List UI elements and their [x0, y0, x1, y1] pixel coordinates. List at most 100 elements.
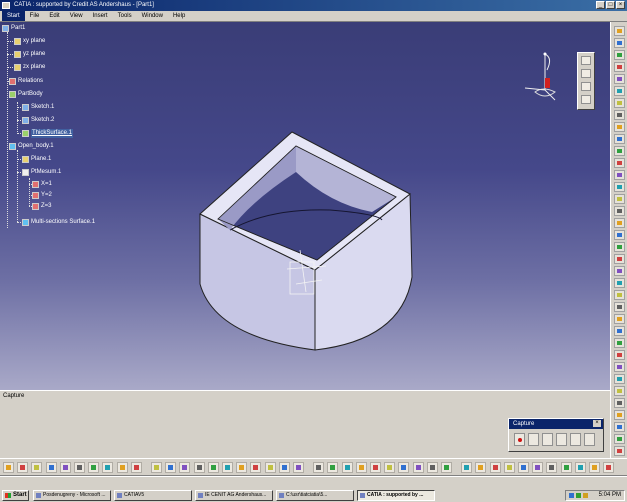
menu-edit[interactable]: Edit	[44, 11, 64, 21]
sketcher-tool-button[interactable]	[614, 38, 625, 48]
cut-button[interactable]	[59, 462, 71, 473]
thick-surface-tool-button[interactable]	[614, 254, 625, 264]
zoom-in-button[interactable]	[207, 462, 219, 473]
thread-tool-button[interactable]	[614, 230, 625, 240]
tree-node-ptsystem[interactable]: PtMesum.1	[22, 168, 61, 177]
capture-mode-button[interactable]	[570, 433, 581, 446]
tree-node-zx-plane[interactable]: zx plane	[14, 63, 45, 72]
tree-node-plane1[interactable]: Plane.1	[22, 155, 51, 164]
pocket-tool-button[interactable]	[614, 62, 625, 72]
measure-tool-button[interactable]	[614, 410, 625, 420]
tree-node-x[interactable]: X=1	[32, 180, 52, 189]
groove-tool-button[interactable]	[614, 86, 625, 96]
hole-tool-button[interactable]	[614, 98, 625, 108]
scale-tool-button[interactable]	[614, 350, 625, 360]
rib-tool-button[interactable]	[614, 110, 625, 120]
extrude-button[interactable]	[461, 462, 473, 473]
project-button[interactable]	[426, 462, 438, 473]
network-icon[interactable]	[569, 493, 574, 498]
split-surface-button[interactable]	[560, 462, 572, 473]
3d-viewport[interactable]: Part1 xy plane yz plane zx plane Relatio…	[0, 22, 610, 390]
fillet-tool-button[interactable]	[614, 170, 625, 180]
line-button[interactable]	[398, 462, 410, 473]
iso-view-button[interactable]	[264, 462, 276, 473]
tree-node-sketch1[interactable]: Sketch.1	[22, 103, 54, 112]
compass-widget[interactable]	[515, 40, 565, 110]
mirror-tool-button[interactable]	[614, 326, 625, 336]
stiffener-tool-button[interactable]	[614, 134, 625, 144]
capture-close-button[interactable]: ×	[593, 420, 601, 427]
taskbar-item-browser[interactable]: IE CENIT AG Andershaus...	[195, 490, 273, 501]
slot-tool-button[interactable]	[614, 122, 625, 132]
plane-button[interactable]	[412, 462, 424, 473]
zoom-out-button[interactable]	[222, 462, 233, 473]
apply-material-tool-button[interactable]	[614, 434, 625, 444]
fill-button[interactable]	[503, 462, 515, 473]
spec-tree-button[interactable]	[327, 462, 339, 473]
capture-chart-button[interactable]	[584, 433, 595, 446]
fly-mode-button[interactable]	[151, 462, 162, 473]
tree-node-openbody[interactable]: Open_body.1	[9, 142, 54, 151]
point-tool-button[interactable]	[581, 69, 591, 78]
formula-button[interactable]	[341, 462, 353, 473]
print-button[interactable]	[45, 462, 57, 473]
menu-start[interactable]: Start	[2, 11, 25, 21]
sketch-tool-button[interactable]	[581, 56, 591, 65]
menu-insert[interactable]: Insert	[88, 11, 113, 21]
line-tool-button[interactable]	[581, 82, 591, 91]
undo-button[interactable]	[102, 462, 114, 473]
sew-surface-tool-button[interactable]	[614, 278, 625, 288]
menu-file[interactable]: File	[25, 11, 45, 21]
tree-node-y[interactable]: Y=2	[32, 191, 52, 200]
trim-surface-button[interactable]	[574, 462, 586, 473]
tree-node-z[interactable]: Z=3	[32, 202, 52, 211]
trim-tool-button[interactable]	[614, 398, 625, 408]
rotate-tool-button[interactable]	[614, 302, 625, 312]
shaft-tool-button[interactable]	[614, 74, 625, 84]
healing-button[interactable]	[532, 462, 544, 473]
multi-view-button[interactable]	[250, 462, 262, 473]
antivirus-icon[interactable]	[576, 493, 581, 498]
pan-button[interactable]	[179, 462, 191, 473]
pattern-tool-button[interactable]	[614, 338, 625, 348]
extract-button[interactable]	[546, 462, 558, 473]
rotate-button[interactable]	[193, 462, 205, 473]
wireframe-button[interactable]	[603, 462, 615, 473]
tree-node-multisection[interactable]: Multi-sections Surface.1	[22, 218, 95, 227]
boolean-remove-tool-button[interactable]	[614, 374, 625, 384]
taskbar-item-word[interactable]: Posdenugreny - Microsoft ...	[33, 490, 111, 501]
chamfer-tool-button[interactable]	[614, 182, 625, 192]
hide-show-button[interactable]	[293, 462, 304, 473]
shading-button[interactable]	[278, 462, 290, 473]
taskbar-item-explorer[interactable]: C:\usr\tiatciatia\5...	[276, 490, 354, 501]
tree-node-thicksurface[interactable]: ThickSurface.1	[22, 129, 74, 138]
tree-node-partbody[interactable]: PartBody	[9, 90, 43, 99]
volume-icon[interactable]	[583, 493, 588, 498]
intersection-button[interactable]	[441, 462, 452, 473]
revolve-button[interactable]	[475, 462, 487, 473]
swap-space-button[interactable]	[313, 462, 325, 473]
taskbar-item-catiav5[interactable]: CATIAV5	[114, 490, 192, 501]
update-tool-button[interactable]	[614, 446, 625, 456]
menu-view[interactable]: View	[65, 11, 88, 21]
boolean-add-tool-button[interactable]	[614, 362, 625, 372]
join-button[interactable]	[518, 462, 529, 473]
menu-window[interactable]: Window	[137, 11, 168, 21]
tree-node-xy-plane[interactable]: xy plane	[14, 37, 45, 46]
eraser-tool-button[interactable]	[581, 95, 591, 104]
redo-button[interactable]	[116, 462, 128, 473]
symmetry-tool-button[interactable]	[614, 314, 625, 324]
remove-loft-tool-button[interactable]	[614, 158, 625, 168]
sketch-analysis-button[interactable]	[370, 462, 381, 473]
tree-node-relations[interactable]: Relations	[9, 77, 43, 86]
save-button[interactable]	[31, 462, 43, 473]
tree-node-yz-plane[interactable]: yz plane	[14, 50, 45, 59]
normal-view-button[interactable]	[236, 462, 248, 473]
draft-tool-button[interactable]	[614, 194, 625, 204]
menu-help[interactable]: Help	[168, 11, 190, 21]
point-button[interactable]	[384, 462, 396, 473]
translate-tool-button[interactable]	[614, 290, 625, 300]
record-button[interactable]	[514, 433, 525, 446]
knowledge-button[interactable]	[355, 462, 367, 473]
minimize-button[interactable]: _	[596, 1, 605, 9]
